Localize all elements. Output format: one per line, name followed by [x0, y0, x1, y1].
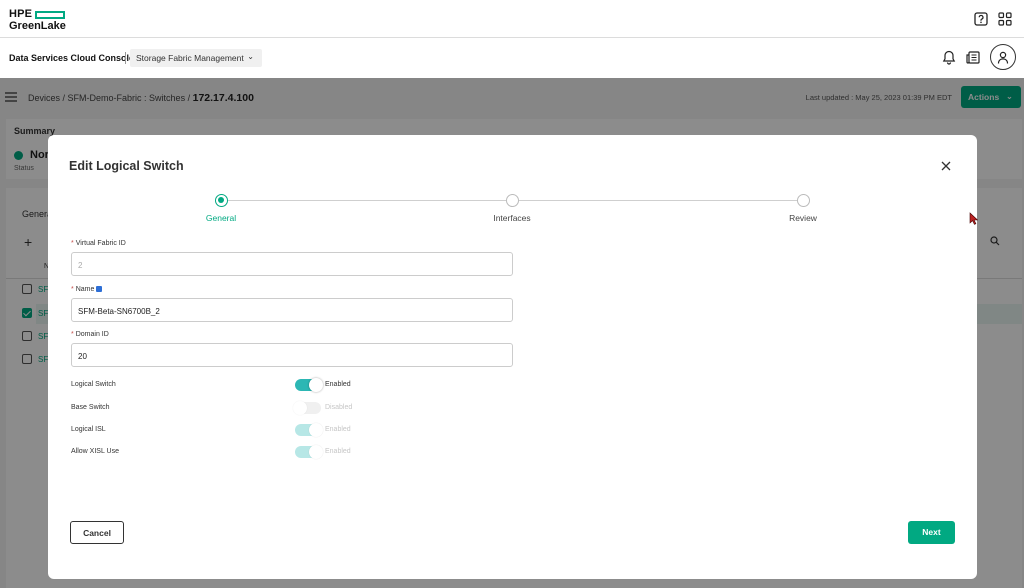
required-marker: * — [71, 331, 74, 338]
logo-rectangle-icon — [35, 10, 66, 19]
mouse-cursor-icon — [969, 212, 978, 225]
stepper-line — [228, 200, 506, 201]
base-switch-label: Base Switch — [71, 404, 110, 411]
help-icon[interactable] — [974, 12, 988, 26]
wizard-stepper: General Interfaces Review — [48, 193, 977, 223]
chevron-down-icon: ⌄ — [247, 52, 254, 61]
logo-hpe-text: HPE — [9, 8, 33, 20]
divider — [125, 52, 126, 64]
logical-isl-toggle — [295, 423, 323, 437]
step-general-indicator[interactable] — [215, 194, 228, 207]
info-icon[interactable] — [96, 286, 103, 292]
cancel-button[interactable]: Cancel — [70, 521, 124, 544]
allow-xisl-use-label: Allow XISL Use — [71, 448, 119, 455]
required-marker: * — [71, 240, 74, 247]
console-name[interactable]: Data Services Cloud Console — [9, 53, 134, 63]
next-button[interactable]: Next — [908, 521, 955, 544]
toggle-knob — [309, 445, 323, 459]
close-icon[interactable] — [941, 161, 951, 171]
step-review-label[interactable]: Review — [763, 213, 843, 223]
allow-xisl-use-state: Enabled — [325, 448, 351, 455]
news-icon[interactable] — [966, 50, 980, 64]
required-marker: * — [71, 286, 74, 293]
virtual-fabric-id-field[interactable]: 2 — [71, 252, 513, 276]
domain-id-field[interactable]: 20 — [71, 343, 513, 367]
stepper-line — [519, 200, 797, 201]
toggle-knob — [309, 423, 323, 437]
name-label: * Name — [71, 286, 103, 293]
logical-switch-label: Logical Switch — [71, 381, 116, 388]
logical-isl-label: Logical ISL — [71, 426, 106, 433]
top-header: HPE GreenLake — [0, 0, 1024, 38]
step-general-label[interactable]: General — [181, 213, 261, 223]
virtual-fabric-id-label: * Virtual Fabric ID — [71, 240, 126, 247]
service-bar: Data Services Cloud Console Storage Fabr… — [0, 38, 1024, 78]
domain-id-label: * Domain ID — [71, 331, 109, 338]
logical-switch-state: Enabled — [325, 381, 351, 388]
edit-logical-switch-dialog: Edit Logical Switch General Interfaces R… — [48, 135, 977, 579]
toggle-knob — [309, 378, 323, 392]
logical-isl-state: Enabled — [325, 426, 351, 433]
service-selector[interactable]: Storage Fabric Management ⌄ — [130, 49, 262, 67]
service-selector-label: Storage Fabric Management — [136, 53, 244, 63]
step-interfaces-indicator[interactable] — [506, 194, 519, 207]
name-field[interactable]: SFM-Beta-SN6700B_2 — [71, 298, 513, 322]
logo-greenlake-text: GreenLake — [9, 20, 66, 32]
user-avatar-icon[interactable] — [990, 44, 1016, 70]
hpe-greenlake-logo[interactable]: HPE GreenLake — [9, 8, 66, 33]
base-switch-state: Disabled — [325, 404, 353, 411]
dialog-title: Edit Logical Switch — [69, 159, 184, 173]
logical-switch-toggle[interactable] — [295, 378, 323, 392]
step-review-indicator[interactable] — [797, 194, 810, 207]
allow-xisl-use-toggle — [295, 445, 323, 459]
app-grid-icon[interactable] — [998, 12, 1012, 26]
base-switch-toggle — [293, 401, 321, 415]
toggle-knob — [293, 401, 307, 415]
step-interfaces-label[interactable]: Interfaces — [472, 213, 552, 223]
notification-bell-icon[interactable] — [942, 50, 956, 65]
